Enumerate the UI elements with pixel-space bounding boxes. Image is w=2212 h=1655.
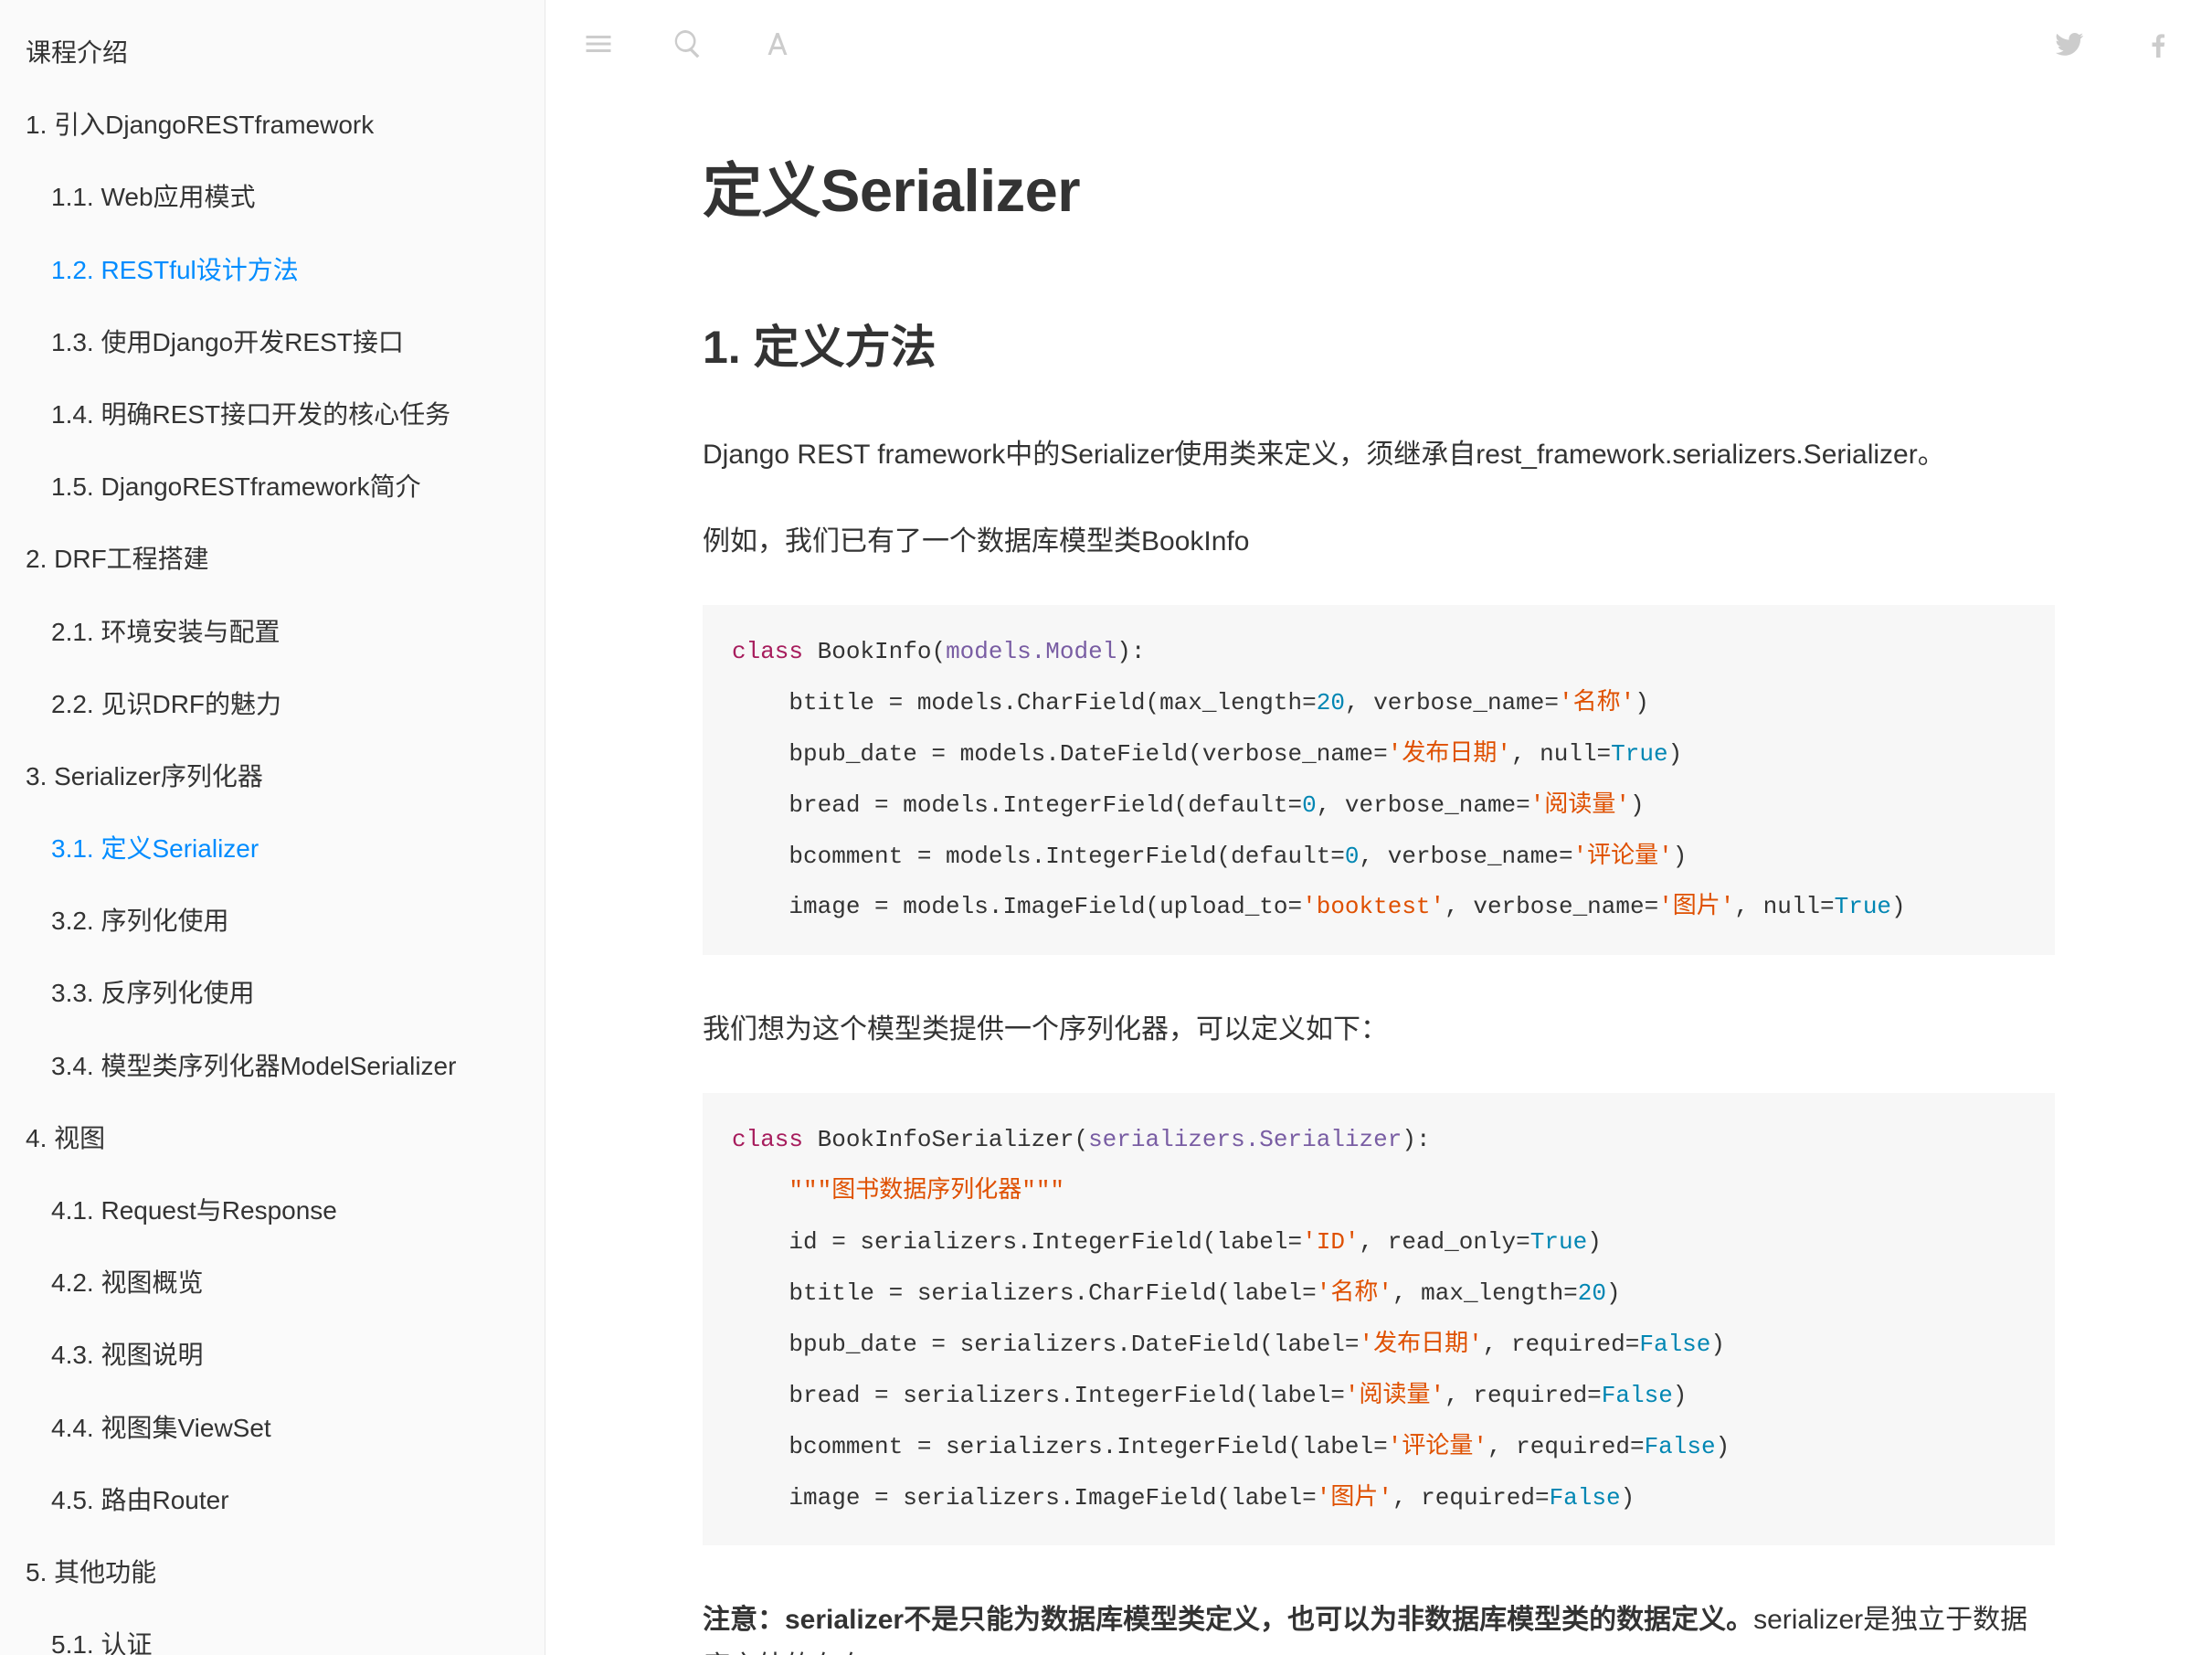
sidebar-item-17[interactable]: 4.3. 视图说明 bbox=[0, 1319, 545, 1391]
sidebar-item-6[interactable]: 2. DRF工程搭建 bbox=[0, 523, 545, 595]
sidebar-item-19[interactable]: 4.5. 路由Router bbox=[0, 1464, 545, 1536]
font-icon[interactable] bbox=[757, 24, 798, 64]
menu-icon[interactable] bbox=[578, 24, 619, 64]
facebook-icon[interactable] bbox=[2139, 24, 2179, 64]
search-icon[interactable] bbox=[668, 24, 708, 64]
main-pane: 定义Serializer 1. 定义方法 Django REST framewo… bbox=[545, 0, 2212, 1655]
paragraph-2: 例如，我们已有了一个数据库模型类BookInfo bbox=[703, 518, 2055, 565]
sidebar-item-5[interactable]: 1.5. DjangoRESTframework简介 bbox=[0, 451, 545, 523]
sidebar-item-8[interactable]: 2.2. 见识DRF的魅力 bbox=[0, 668, 545, 740]
sidebar-item-10[interactable]: 3.1. 定义Serializer bbox=[0, 812, 545, 885]
code-block-bookinfo: class BookInfo(models.Model): btitle = m… bbox=[703, 605, 2055, 955]
sidebar-item-0[interactable]: 1. 引入DjangoRESTframework bbox=[0, 89, 545, 161]
twitter-icon[interactable] bbox=[2049, 24, 2090, 64]
page-title: 定义Serializer bbox=[703, 143, 2055, 228]
sidebar-item-intro[interactable]: 课程介绍 bbox=[0, 16, 545, 89]
sidebar-item-14[interactable]: 4. 视图 bbox=[0, 1102, 545, 1174]
sidebar-item-12[interactable]: 3.3. 反序列化使用 bbox=[0, 957, 545, 1029]
sidebar-item-18[interactable]: 4.4. 视图集ViewSet bbox=[0, 1392, 545, 1464]
section-heading: 1. 定义方法 bbox=[703, 311, 2055, 377]
paragraph-4: 注意：serializer不是只能为数据库模型类定义，也可以为非数据库模型类的数… bbox=[703, 1597, 2055, 1655]
sidebar-item-13[interactable]: 3.4. 模型类序列化器ModelSerializer bbox=[0, 1030, 545, 1102]
sidebar-item-9[interactable]: 3. Serializer序列化器 bbox=[0, 740, 545, 812]
content: 定义Serializer 1. 定义方法 Django REST framewo… bbox=[648, 88, 2110, 1655]
sidebar-item-2[interactable]: 1.2. RESTful设计方法 bbox=[0, 234, 545, 306]
sidebar-item-1[interactable]: 1.1. Web应用模式 bbox=[0, 161, 545, 233]
sidebar-item-3[interactable]: 1.3. 使用Django开发REST接口 bbox=[0, 306, 545, 378]
sidebar-item-7[interactable]: 2.1. 环境安装与配置 bbox=[0, 596, 545, 668]
sidebar-item-15[interactable]: 4.1. Request与Response bbox=[0, 1174, 545, 1247]
sidebar-item-21[interactable]: 5.1. 认证 bbox=[0, 1608, 545, 1655]
topbar bbox=[545, 0, 2212, 88]
sidebar-item-4[interactable]: 1.4. 明确REST接口开发的核心任务 bbox=[0, 378, 545, 451]
paragraph-3: 我们想为这个模型类提供一个序列化器，可以定义如下： bbox=[703, 1006, 2055, 1053]
sidebar-item-11[interactable]: 3.2. 序列化使用 bbox=[0, 885, 545, 957]
sidebar: 课程介绍 1. 引入DjangoRESTframework1.1. Web应用模… bbox=[0, 0, 545, 1655]
sidebar-item-16[interactable]: 4.2. 视图概览 bbox=[0, 1247, 545, 1319]
code-block-serializer: class BookInfoSerializer(serializers.Ser… bbox=[703, 1093, 2055, 1545]
paragraph-1: Django REST framework中的Serializer使用类来定义，… bbox=[703, 431, 2055, 478]
sidebar-item-20[interactable]: 5. 其他功能 bbox=[0, 1536, 545, 1608]
